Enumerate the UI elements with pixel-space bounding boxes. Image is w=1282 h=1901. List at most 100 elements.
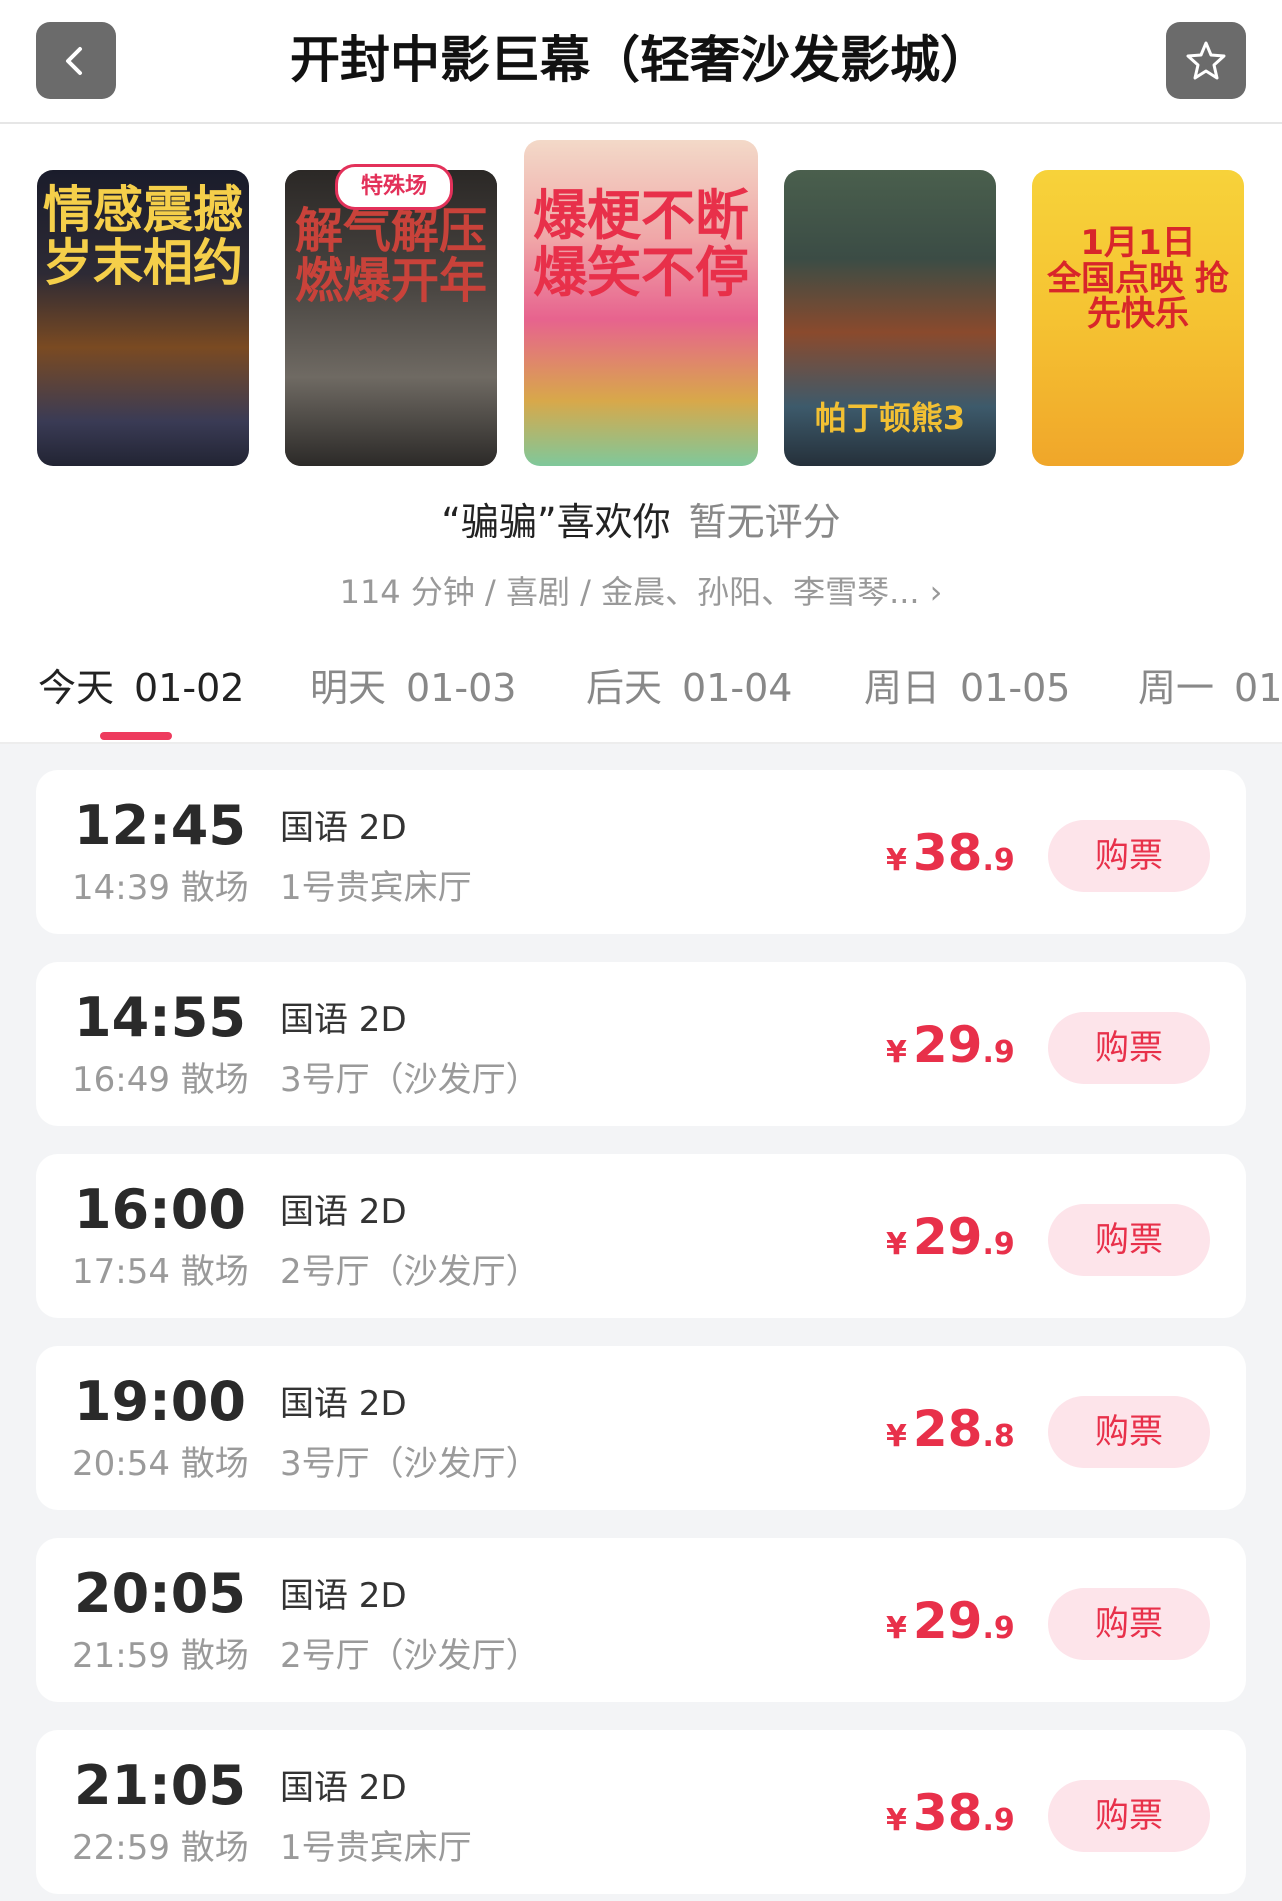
header-bar: 开封中影巨幕（轻奢沙发影城） bbox=[0, 0, 1282, 124]
page-title: 开封中影巨幕（轻奢沙发影城） bbox=[290, 31, 990, 89]
showtime-card[interactable]: 14:55 16:49 散场 国语 2D 3号厅（沙发厅） ¥29.9 购票 bbox=[36, 962, 1246, 1126]
price-decimal: .8 bbox=[982, 1419, 1015, 1454]
tab-day-after[interactable]: 后天 01-04 bbox=[586, 662, 792, 714]
tab-date: 01-04 bbox=[682, 666, 793, 710]
language-format: 国语 2D bbox=[280, 808, 407, 848]
end-time: 16:49 散场 bbox=[72, 1060, 249, 1100]
chevron-right-icon: › bbox=[929, 573, 943, 611]
tab-day: 明天 bbox=[310, 666, 387, 710]
buy-ticket-button[interactable]: 购票 bbox=[1048, 1396, 1210, 1468]
movie-details-link[interactable]: 114 分钟 / 喜剧 / 金晨、孙阳、李雪琴... › bbox=[0, 566, 1282, 618]
price-decimal: .9 bbox=[982, 1803, 1015, 1838]
movie-title: “骗骗”喜欢你 bbox=[441, 500, 671, 544]
buy-ticket-button[interactable]: 购票 bbox=[1048, 1588, 1210, 1660]
buy-ticket-button[interactable]: 购票 bbox=[1048, 1204, 1210, 1276]
start-time: 20:05 bbox=[74, 1562, 246, 1625]
price-decimal: .9 bbox=[982, 1611, 1015, 1646]
special-screening-badge: 特殊场 bbox=[335, 164, 453, 210]
poster-text: 爆梗不断 爆笑不停 bbox=[533, 184, 749, 304]
currency-symbol: ¥ bbox=[886, 1035, 907, 1070]
buy-ticket-button[interactable]: 购票 bbox=[1048, 1012, 1210, 1084]
poster-text: 1月1日 全国点映 抢先快乐 bbox=[1047, 223, 1229, 335]
end-time: 20:54 散场 bbox=[72, 1444, 249, 1484]
tab-day: 后天 bbox=[586, 666, 663, 710]
currency-symbol: ¥ bbox=[886, 1419, 907, 1454]
language-format: 国语 2D bbox=[280, 1768, 407, 1808]
movie-details: 114 分钟 / 喜剧 / 金晨、孙阳、李雪琴... bbox=[339, 573, 920, 611]
price-integer: 29 bbox=[912, 1208, 983, 1266]
price-integer: 29 bbox=[912, 1016, 983, 1074]
end-time: 17:54 散场 bbox=[72, 1252, 249, 1292]
language-format: 国语 2D bbox=[280, 1192, 407, 1232]
poster-text: 解气解压 燃爆开年 bbox=[294, 203, 487, 310]
favorite-button[interactable] bbox=[1166, 22, 1246, 99]
price-decimal: .9 bbox=[982, 1227, 1015, 1262]
buy-ticket-button[interactable]: 购票 bbox=[1048, 820, 1210, 892]
ticket-price: ¥29.9 bbox=[886, 1010, 1015, 1092]
currency-symbol: ¥ bbox=[886, 843, 907, 878]
star-icon bbox=[1186, 41, 1226, 79]
tab-date: 01-05 bbox=[960, 666, 1071, 710]
price-integer: 29 bbox=[912, 1592, 983, 1650]
movie-poster[interactable]: 情感震撼 岁末相约 bbox=[37, 170, 249, 466]
hall-name: 1号贵宾床厅 bbox=[280, 1828, 472, 1868]
tab-sunday[interactable]: 周日 01-05 bbox=[864, 662, 1070, 714]
price-integer: 28 bbox=[912, 1400, 983, 1458]
tab-date: 01-03 bbox=[406, 666, 517, 710]
tab-date: 01-02 bbox=[134, 666, 245, 710]
ticket-price: ¥29.9 bbox=[886, 1202, 1015, 1284]
tab-today[interactable]: 今天 01-02 bbox=[38, 662, 244, 714]
tab-tomorrow[interactable]: 明天 01-03 bbox=[310, 662, 516, 714]
ticket-price: ¥29.9 bbox=[886, 1586, 1015, 1668]
movie-title-row: “骗骗”喜欢你 暂无评分 bbox=[0, 494, 1282, 550]
start-time: 16:00 bbox=[74, 1178, 246, 1241]
ticket-price: ¥38.9 bbox=[886, 818, 1015, 900]
chevron-left-icon bbox=[66, 46, 82, 75]
hall-name: 2号厅（沙发厅） bbox=[280, 1252, 540, 1292]
language-format: 国语 2D bbox=[280, 1576, 407, 1616]
price-decimal: .9 bbox=[982, 1035, 1015, 1070]
movie-poster-selected[interactable]: 爆梗不断 爆笑不停 bbox=[524, 140, 758, 466]
showtime-card[interactable]: 21:05 22:59 散场 国语 2D 1号贵宾床厅 ¥38.9 购票 bbox=[36, 1730, 1246, 1894]
tab-monday[interactable]: 周一 01-06 bbox=[1138, 662, 1282, 714]
language-format: 国语 2D bbox=[280, 1384, 407, 1424]
showtime-card[interactable]: 16:00 17:54 散场 国语 2D 2号厅（沙发厅） ¥29.9 购票 bbox=[36, 1154, 1246, 1318]
currency-symbol: ¥ bbox=[886, 1227, 907, 1262]
end-time: 22:59 散场 bbox=[72, 1828, 249, 1868]
end-time: 14:39 散场 bbox=[72, 868, 249, 908]
start-time: 21:05 bbox=[74, 1754, 246, 1817]
showtime-card[interactable]: 20:05 21:59 散场 国语 2D 2号厅（沙发厅） ¥29.9 购票 bbox=[36, 1538, 1246, 1702]
tab-day: 周一 bbox=[1138, 666, 1215, 710]
currency-symbol: ¥ bbox=[886, 1611, 907, 1646]
hall-name: 3号厅（沙发厅） bbox=[280, 1060, 540, 1100]
tab-day: 今天 bbox=[38, 666, 115, 710]
movie-poster[interactable]: 1月1日 全国点映 抢先快乐 bbox=[1032, 170, 1244, 466]
start-time: 19:00 bbox=[74, 1370, 246, 1433]
start-time: 12:45 bbox=[74, 794, 246, 857]
date-tabs: 今天 01-02 明天 01-03 后天 01-04 周日 01-05 周一 01-06 bbox=[0, 630, 1282, 744]
price-integer: 38 bbox=[912, 824, 983, 882]
ticket-price: ¥28.8 bbox=[886, 1394, 1015, 1476]
ticket-price: ¥38.9 bbox=[886, 1778, 1015, 1860]
currency-symbol: ¥ bbox=[886, 1803, 907, 1838]
movie-poster[interactable]: 帕丁顿熊3 bbox=[784, 170, 996, 466]
start-time: 14:55 bbox=[74, 986, 246, 1049]
tab-day: 周日 bbox=[864, 666, 941, 710]
showtime-card[interactable]: 19:00 20:54 散场 国语 2D 3号厅（沙发厅） ¥28.8 购票 bbox=[36, 1346, 1246, 1510]
poster-text: 帕丁顿熊3 bbox=[814, 399, 966, 438]
tab-date: 01-06 bbox=[1234, 666, 1282, 710]
hall-name: 3号厅（沙发厅） bbox=[280, 1444, 540, 1484]
poster-carousel[interactable]: 情感震撼 岁末相约 解气解压 燃爆开年 特殊场 爆梗不断 爆笑不停 帕丁顿熊3 … bbox=[0, 124, 1282, 480]
buy-ticket-button[interactable]: 购票 bbox=[1048, 1780, 1210, 1852]
price-integer: 38 bbox=[912, 1784, 983, 1842]
language-format: 国语 2D bbox=[280, 1000, 407, 1040]
movie-rating: 暂无评分 bbox=[688, 500, 841, 544]
showtime-card[interactable]: 12:45 14:39 散场 国语 2D 1号贵宾床厅 ¥38.9 购票 bbox=[36, 770, 1246, 934]
movie-poster[interactable]: 解气解压 燃爆开年 特殊场 bbox=[285, 164, 497, 466]
back-button[interactable] bbox=[36, 22, 116, 99]
poster-text: 情感震撼 岁末相约 bbox=[43, 181, 243, 292]
hall-name: 2号厅（沙发厅） bbox=[280, 1636, 540, 1676]
end-time: 21:59 散场 bbox=[72, 1636, 249, 1676]
active-tab-indicator bbox=[100, 732, 172, 740]
hall-name: 1号贵宾床厅 bbox=[280, 868, 472, 908]
